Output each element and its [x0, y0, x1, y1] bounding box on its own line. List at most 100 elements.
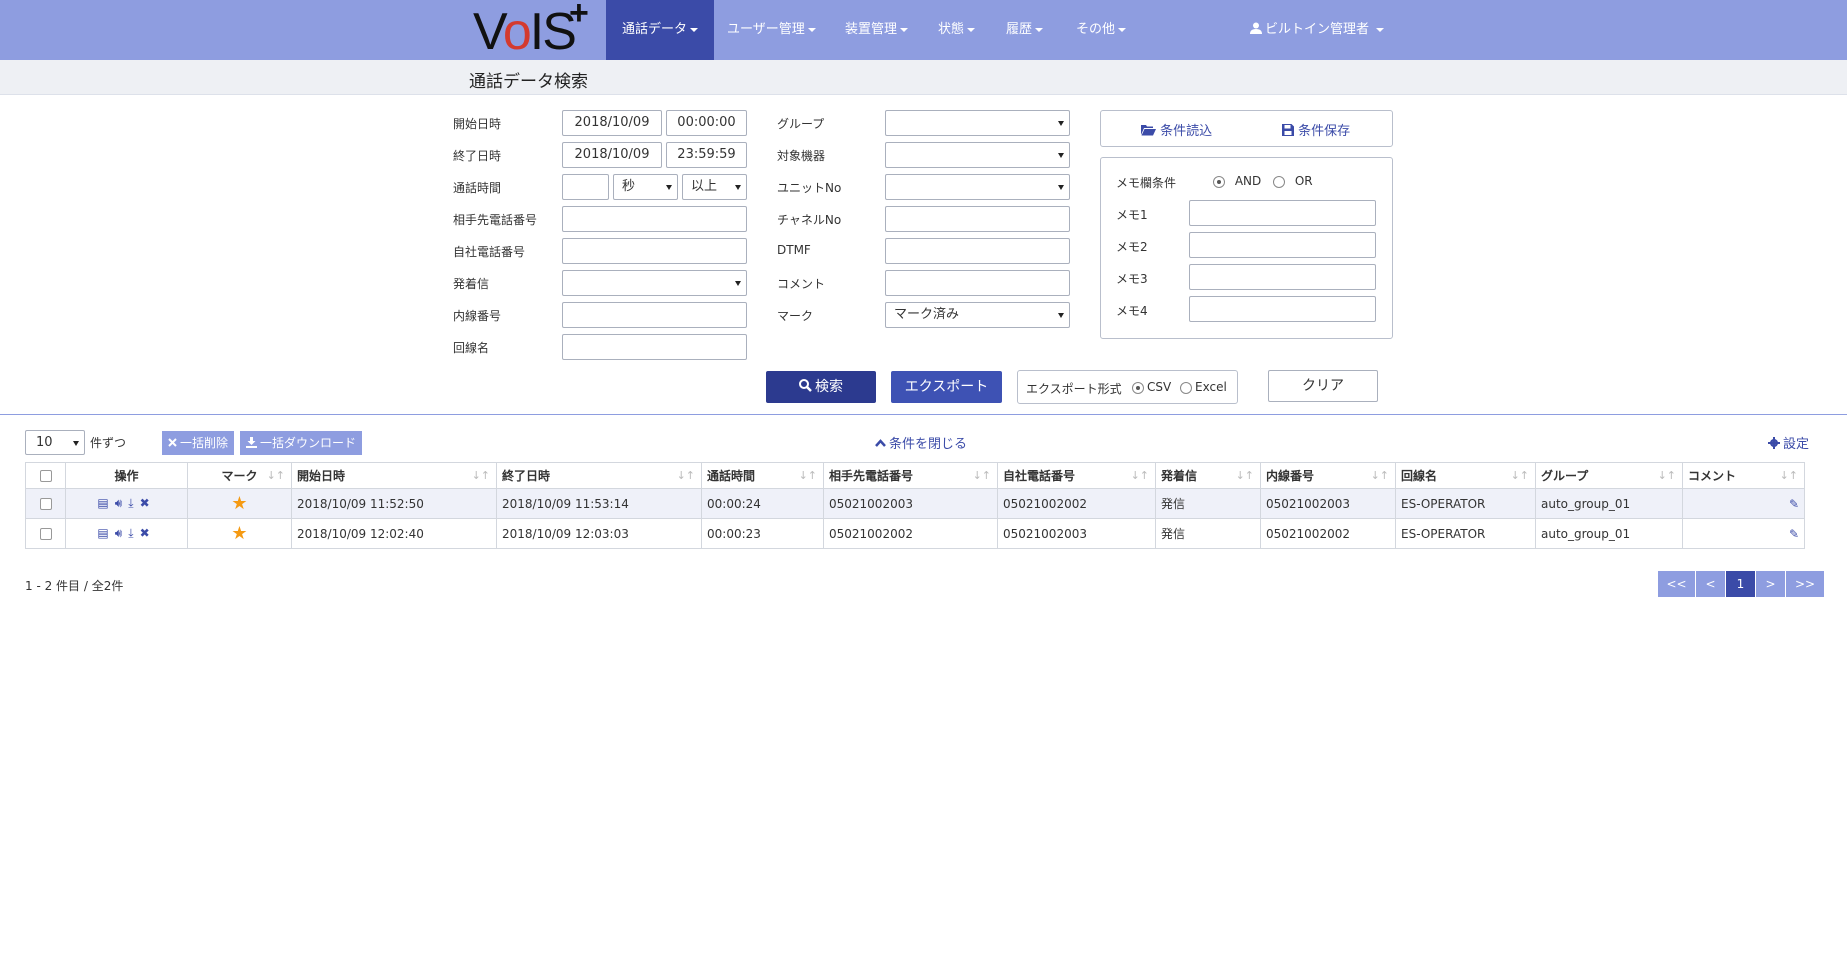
start-datetime-label: 開始日時: [453, 117, 502, 131]
select-all-checkbox[interactable]: [39, 470, 52, 482]
header-line-name[interactable]: 回線名 ↓↑: [1395, 462, 1536, 489]
page-size-select[interactable]: 10: [25, 430, 85, 455]
memo1-input[interactable]: [1189, 200, 1376, 226]
bulk-delete-label: 一括削除: [180, 436, 229, 450]
line-name-input[interactable]: [562, 334, 747, 360]
pagination-last[interactable]: >>: [1786, 571, 1824, 597]
radio-checked-icon[interactable]: [1132, 381, 1144, 394]
nav-device-management[interactable]: 装置管理: [829, 0, 924, 60]
header-group[interactable]: グループ ↓↑: [1535, 462, 1683, 489]
row-checkbox[interactable]: [39, 498, 52, 510]
header-duration[interactable]: 通話時間 ↓↑: [701, 462, 824, 489]
close-icon[interactable]: ✖: [140, 526, 150, 540]
list-icon[interactable]: ▤: [97, 526, 108, 540]
row-group: auto_group_01: [1535, 518, 1683, 549]
nav-user-menu[interactable]: ビルトイン管理者: [1234, 0, 1400, 60]
vois-logo[interactable]: VoIS +: [471, 0, 601, 61]
nav-other[interactable]: その他: [1060, 0, 1142, 60]
device-select[interactable]: [885, 142, 1070, 168]
header-extension[interactable]: 内線番号 ↓↑: [1260, 462, 1396, 489]
duration-input[interactable]: [562, 174, 609, 200]
nav-history[interactable]: 履歴: [990, 0, 1059, 60]
nav-call-data[interactable]: 通話データ: [606, 0, 715, 60]
duration-condition-select[interactable]: 以上: [682, 174, 747, 200]
dtmf-input[interactable]: [885, 238, 1070, 264]
page-title: 通話データ検索: [469, 72, 588, 92]
radio-unchecked-icon[interactable]: [1273, 175, 1285, 188]
nav-status[interactable]: 状態: [922, 0, 991, 60]
header-mark[interactable]: マーク ↓↑: [187, 462, 292, 489]
header-end-time[interactable]: 終了日時 ↓↑: [496, 462, 702, 489]
mark-select[interactable]: マーク済み: [885, 302, 1070, 328]
header-label: 回線名: [1401, 469, 1438, 483]
memo4-input[interactable]: [1189, 296, 1376, 322]
export-csv-option[interactable]: CSV: [1132, 380, 1171, 394]
direction-select[interactable]: [562, 270, 747, 296]
header-partner-number[interactable]: 相手先電話番号 ↓↑: [823, 462, 998, 489]
close-icon[interactable]: ✖: [140, 496, 150, 510]
partner-number-label: 相手先電話番号: [453, 213, 538, 227]
header-own-number[interactable]: 自社電話番号 ↓↑: [997, 462, 1156, 489]
radio-checked-icon[interactable]: [1213, 175, 1225, 188]
star-icon[interactable]: ★: [231, 493, 247, 514]
pencil-icon[interactable]: ✎: [1789, 497, 1799, 511]
list-icon[interactable]: ▤: [97, 496, 108, 510]
download-icon[interactable]: ⤓: [128, 526, 133, 541]
header-direction[interactable]: 発着信 ↓↑: [1155, 462, 1261, 489]
partner-number-input[interactable]: [562, 206, 747, 232]
save-conditions-button[interactable]: 条件保存: [1282, 120, 1350, 139]
row-checkbox[interactable]: [39, 528, 52, 540]
bulk-delete-button[interactable]: 一括削除: [162, 431, 235, 455]
clear-button[interactable]: クリア: [1268, 370, 1378, 402]
close-conditions-link[interactable]: 条件を閉じる: [875, 433, 967, 452]
end-time-input[interactable]: 23:59:59: [666, 142, 747, 168]
row-direction: 発信: [1155, 488, 1261, 519]
duration-unit-select[interactable]: 秒: [613, 174, 678, 200]
own-number-input[interactable]: [562, 238, 747, 264]
channel-no-input[interactable]: [885, 206, 1070, 232]
sort-icon: ↓↑: [1779, 469, 1798, 482]
table-row[interactable]: ▤ 🔊︎ ⤓ ✖ ★ 2018/10/09 11:52:50 2018/10/09 1…: [25, 488, 1805, 519]
header-comment[interactable]: コメント ↓↑: [1682, 462, 1805, 489]
header-start-time[interactable]: 開始日時 ↓↑: [291, 462, 497, 489]
table-row[interactable]: ▤ 🔊︎ ⤓ ✖ ★ 2018/10/09 12:02:40 2018/10/09 1…: [25, 518, 1805, 549]
radio-unchecked-icon[interactable]: [1180, 381, 1192, 394]
close-conditions-label: 条件を閉じる: [889, 437, 968, 452]
unit-no-select[interactable]: [885, 174, 1070, 200]
start-date-input[interactable]: 2018/10/09: [562, 110, 662, 136]
comment-input[interactable]: [885, 270, 1070, 296]
download-icon[interactable]: ⤓: [128, 496, 133, 511]
speaker-icon[interactable]: 🔊︎: [115, 496, 123, 511]
extension-input[interactable]: [562, 302, 747, 328]
memo-and-option[interactable]: AND: [1213, 174, 1261, 188]
load-conditions-button[interactable]: 条件読込: [1141, 120, 1212, 139]
memo3-input[interactable]: [1189, 264, 1376, 290]
settings-link[interactable]: 設定: [1768, 433, 1809, 452]
nav-label: 履歴: [1006, 22, 1033, 37]
sort-icon: ↓↑: [676, 469, 695, 482]
memo2-input[interactable]: [1189, 232, 1376, 258]
pagination-current[interactable]: 1: [1726, 571, 1756, 597]
speaker-icon[interactable]: 🔊︎: [115, 526, 123, 541]
export-button[interactable]: エクスポート: [891, 371, 1002, 403]
row-mark[interactable]: ★: [187, 518, 292, 549]
nav-user-management[interactable]: ユーザー管理: [711, 0, 832, 60]
export-excel-option[interactable]: Excel: [1180, 380, 1227, 394]
row-mark[interactable]: ★: [187, 488, 292, 519]
search-icon: [799, 379, 812, 392]
call-data-table: 操作 マーク ↓↑ 開始日時 ↓↑ 終了日時 ↓↑ 通話時間 ↓↑ 相手先電話番号 ↓↑ …: [25, 462, 1805, 549]
dropdown-arrow-icon: [666, 185, 672, 190]
end-date-input[interactable]: 2018/10/09: [562, 142, 662, 168]
pagination-next[interactable]: >: [1756, 571, 1786, 597]
pagination-first[interactable]: <<: [1658, 571, 1696, 597]
star-icon[interactable]: ★: [231, 523, 247, 544]
start-time-input[interactable]: 00:00:00: [666, 110, 747, 136]
pencil-icon[interactable]: ✎: [1789, 527, 1799, 541]
group-select[interactable]: [885, 110, 1070, 136]
pagination-prev[interactable]: <: [1696, 571, 1726, 597]
memo-or-option[interactable]: OR: [1273, 174, 1313, 188]
dropdown-arrow-icon: [1058, 153, 1064, 158]
header-label: マーク: [221, 469, 258, 483]
bulk-download-button[interactable]: 一括ダウンロード: [239, 431, 363, 455]
search-button[interactable]: 検索: [766, 371, 876, 403]
